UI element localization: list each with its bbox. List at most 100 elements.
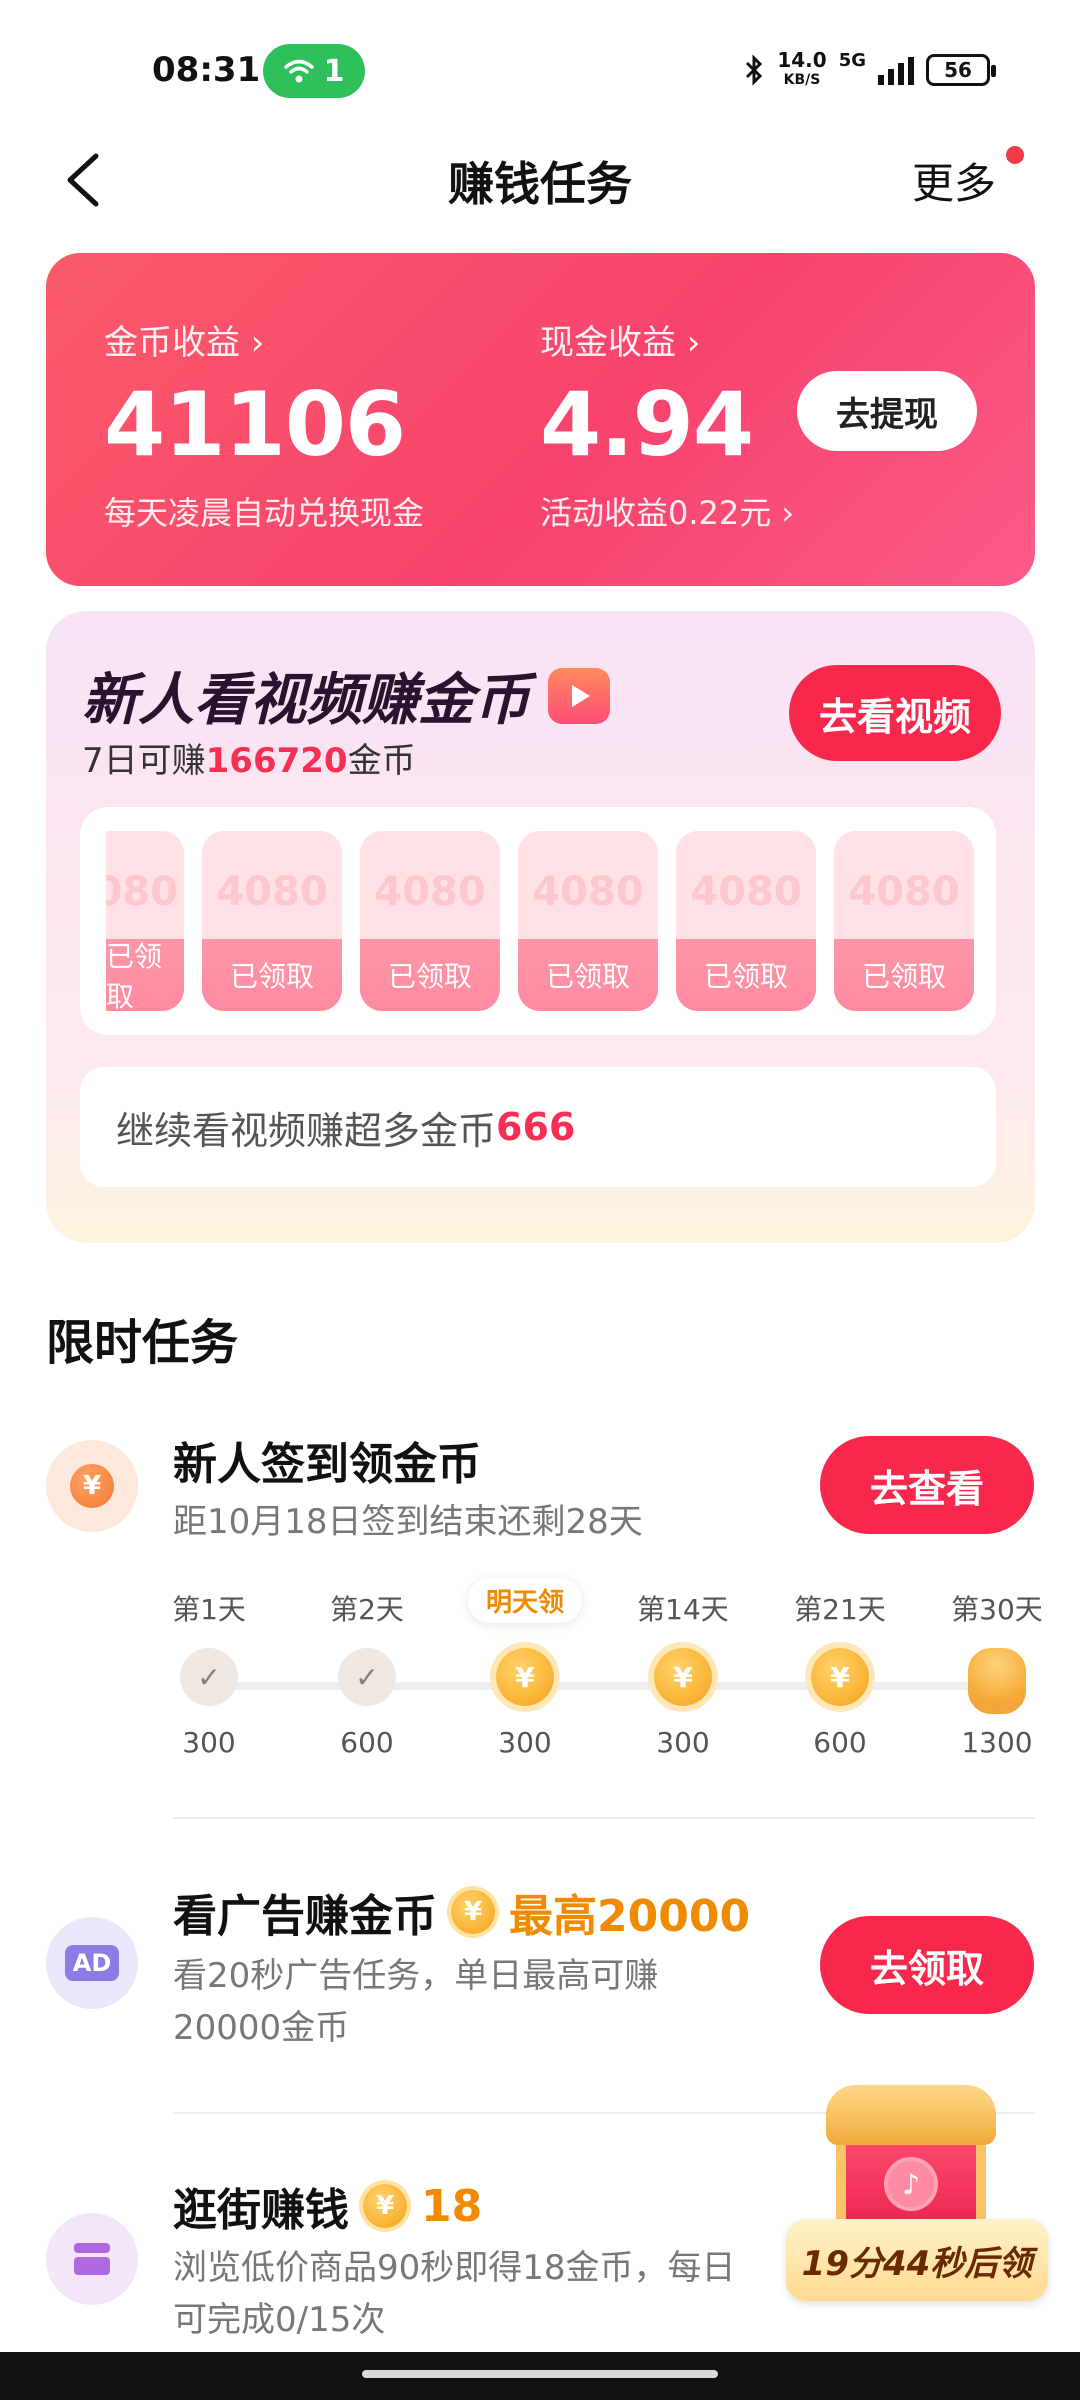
continue-amount: 666 — [496, 1105, 576, 1149]
shop-task-desc: 浏览低价商品90秒即得18金币，每日 可完成0/15次 — [173, 2242, 736, 2346]
reward-status: 已领取 — [518, 939, 658, 1011]
coin-earnings-sub: 每天凌晨自动兑换现金 — [104, 494, 425, 532]
signin-day: 第14天 ¥ 300 — [623, 1590, 743, 1759]
reward-day: 4080 已领取 — [518, 831, 658, 1011]
status-time: 08:31 — [152, 50, 261, 90]
cash-earnings[interactable]: 现金收益 › 4.94 活动收益0.22元 › — [540, 315, 794, 534]
reward-amount: 4080 — [216, 869, 328, 915]
limited-tasks-title: 限时任务 — [46, 1315, 239, 1371]
subtitle-prefix: 7日可赚 — [82, 741, 206, 781]
divider — [173, 1817, 1035, 1819]
signin-day: 第21天 ¥ 600 — [780, 1590, 900, 1759]
bluetooth-icon — [746, 54, 763, 86]
chest-lid — [826, 2085, 996, 2145]
cash-earnings-value: 4.94 — [540, 373, 754, 476]
battery-icon: 56 — [926, 54, 996, 86]
continue-watching-bar[interactable]: 继续看视频赚超多金币 666 — [80, 1067, 996, 1187]
signin-day-amount: 1300 — [961, 1726, 1033, 1759]
signin-day-label: 第14天 — [637, 1593, 729, 1626]
claim-ad-button[interactable]: 去领取 — [820, 1916, 1034, 2014]
signin-day-label: 第21天 — [794, 1593, 886, 1626]
status-icons: 14.0 KB/S 5G 56 — [743, 50, 996, 90]
ad-task-desc-line2: 20000金币 — [173, 2008, 350, 2048]
ad-task-highlight: 最高20000 — [509, 1891, 751, 1942]
checkmark-icon: ✓ — [180, 1648, 238, 1706]
daily-reward-strip[interactable]: 4080 已领取 4080 已领取 4080 已领取 4080 已领取 4080… — [80, 807, 996, 1035]
coin-icon: ¥ — [496, 1648, 554, 1706]
music-note-icon: ♪ — [884, 2157, 938, 2211]
coin-earnings-label: 金币收益 › — [104, 323, 265, 363]
nav-bar: 赚钱任务 更多 — [0, 130, 1080, 230]
reward-day: 4080 已领取 — [834, 831, 974, 1011]
reward-amount: 4080 — [532, 869, 644, 915]
home-indicator[interactable] — [362, 2370, 718, 2378]
coin-icon: ¥ — [451, 1890, 495, 1934]
tomorrow-label: 明天领 — [467, 1578, 582, 1623]
shop-task-title: 逛街赚钱 ¥ 18 — [173, 2174, 482, 2238]
signin-day-amount: 300 — [498, 1726, 552, 1759]
coin-stack-icon — [968, 1648, 1026, 1706]
coin-earnings-value: 41106 — [104, 373, 406, 476]
ad-task-desc-line1: 看20秒广告任务，单日最高可赚 — [173, 1956, 659, 1996]
yuan-coin-icon: ¥ — [46, 1440, 138, 1532]
reward-status: 已领取 — [106, 939, 184, 1011]
activity-earnings-link[interactable]: 活动收益0.22元 › — [540, 488, 794, 534]
coin-icon: ¥ — [811, 1648, 869, 1706]
net-speed-value: 14.0 — [777, 48, 827, 72]
wifi-icon — [283, 59, 314, 83]
shop-icon — [46, 2213, 138, 2305]
signin-day-label: 第2天 — [330, 1593, 404, 1626]
view-signin-button[interactable]: 去查看 — [820, 1436, 1034, 1534]
reward-day: 4080 已领取 — [360, 831, 500, 1011]
ad-task-desc: 看20秒广告任务，单日最高可赚 20000金币 — [173, 1950, 658, 2054]
ad-icon-text: AD — [64, 1945, 120, 1981]
hotspot-badge: 1 — [263, 44, 365, 98]
coin-icon: ¥ — [654, 1648, 712, 1706]
chest-timer[interactable]: 19分44秒后领 — [786, 2219, 1048, 2301]
ad-icon: AD — [46, 1917, 138, 2009]
signin-timeline: 第1天 ✓ 300 第2天 ✓ 600 明天领 ¥ 300 第14天 ¥ 300… — [172, 1578, 1053, 1770]
coin-icon: ¥ — [363, 2184, 407, 2228]
shop-task-title-text: 逛街赚钱 — [173, 2185, 349, 2236]
watch-video-button[interactable]: 去看视频 — [789, 665, 1001, 761]
reward-day: 4080 已领取 — [202, 831, 342, 1011]
system-nav-bar — [0, 2352, 1080, 2400]
net-speed: 14.0 KB/S — [777, 50, 826, 90]
signin-task-desc: 距10月18日签到结束还剩28天 — [173, 1502, 643, 1542]
shop-task-highlight: 18 — [421, 2180, 483, 2232]
tv-icon — [548, 667, 610, 724]
signin-task-title-text: 新人签到领金币 — [173, 1439, 481, 1490]
signin-day-label: 第1天 — [172, 1593, 246, 1626]
signin-day: 第30天 1300 — [937, 1590, 1057, 1759]
signin-task-title: 新人签到领金币 — [173, 1428, 481, 1492]
reward-amount: 4080 — [106, 869, 178, 915]
battery-level: 56 — [944, 58, 972, 82]
subtitle-suffix: 金币 — [347, 741, 416, 781]
earnings-card: 金币收益 › 41106 每天凌晨自动兑换现金 现金收益 › 4.94 活动收益… — [46, 253, 1035, 586]
reward-day: 4080 已领取 — [676, 831, 816, 1011]
daily-reward-row: 4080 已领取 4080 已领取 4080 已领取 4080 已领取 4080… — [106, 831, 974, 1011]
tomorrow-tag: 明天领 — [465, 1578, 585, 1623]
network-type: 5G — [838, 50, 866, 71]
withdraw-button[interactable]: 去提现 — [797, 371, 977, 451]
signin-day: 第2天 ✓ 600 — [307, 1590, 427, 1759]
signin-day-amount: 600 — [340, 1726, 394, 1759]
ad-task-title-text: 看广告赚金币 — [173, 1891, 437, 1942]
signin-day: 第1天 ✓ 300 — [149, 1590, 269, 1759]
reward-status: 已领取 — [676, 939, 816, 1011]
video-task-subtitle: 7日可赚166720金币 — [82, 733, 416, 782]
reward-amount: 4080 — [690, 869, 802, 915]
ad-task-title: 看广告赚金币 ¥ 最高20000 — [173, 1880, 750, 1944]
more-button[interactable]: 更多 — [912, 150, 996, 211]
coin-earnings[interactable]: 金币收益 › 41106 每天凌晨自动兑换现金 — [104, 315, 424, 534]
video-task-card: 新人看视频赚金币 7日可赚166720金币 去看视频 4080 已领取 4080… — [46, 611, 1035, 1243]
reward-status: 已领取 — [834, 939, 974, 1011]
shop-task-desc-line2: 可完成0/15次 — [173, 2300, 386, 2340]
checkmark-icon: ✓ — [338, 1648, 396, 1706]
reward-status: 已领取 — [202, 939, 342, 1011]
signin-day-amount: 300 — [182, 1726, 236, 1759]
status-bar: 08:31 1 14.0 KB/S 5G 56 — [0, 0, 1080, 130]
reward-status: 已领取 — [360, 939, 500, 1011]
signin-day-label: 第30天 — [951, 1593, 1043, 1626]
reward-amount: 4080 — [848, 869, 960, 915]
